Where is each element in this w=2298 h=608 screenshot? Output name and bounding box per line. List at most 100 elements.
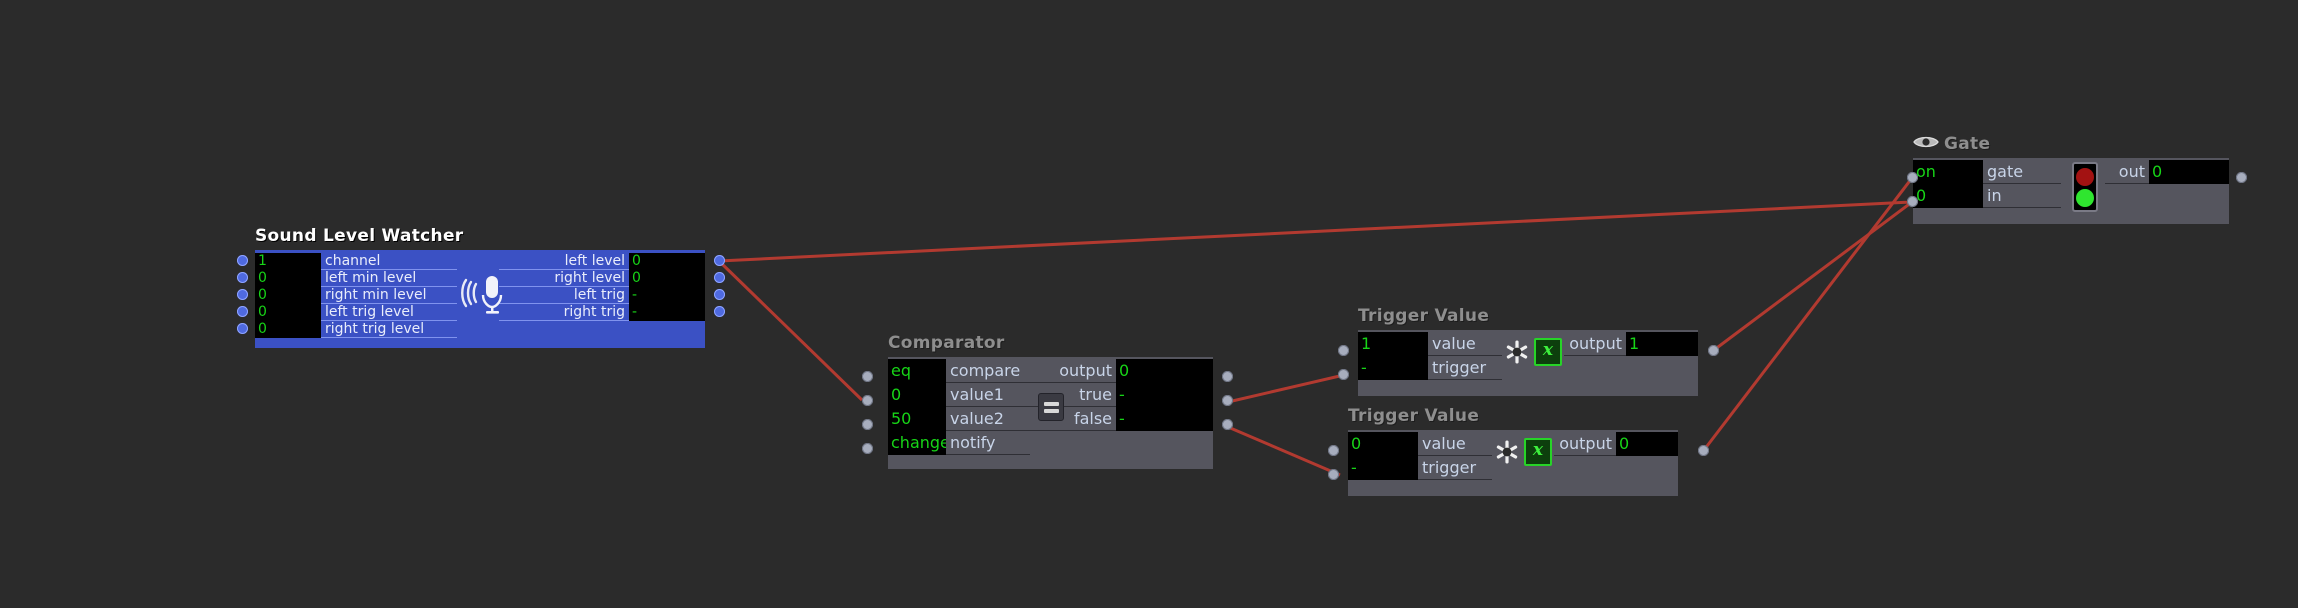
label-left-level: left level xyxy=(499,253,629,270)
socket-in-value2[interactable] xyxy=(862,419,873,430)
field-true[interactable]: - xyxy=(1116,383,1213,407)
node-body-comparator[interactable]: eq compare output 0 0 value1 true - 50 v… xyxy=(888,357,1213,469)
label-left-trig-level: left trig level xyxy=(321,304,457,321)
node-body-sound-level-watcher[interactable]: 1 channel left level 0 0 left min level … xyxy=(255,250,705,348)
node-body-gate[interactable]: on gate out 0 0 in xyxy=(1913,158,2229,224)
socket-out-output[interactable] xyxy=(1698,445,1709,456)
label-value2: value2 xyxy=(946,407,1030,431)
label-gate: gate xyxy=(1983,160,2061,184)
wire-false-to-trigger2 xyxy=(1227,425,1341,477)
socket-in-value[interactable] xyxy=(1338,345,1349,356)
node-body-trigger-value-1[interactable]: x 1 value output 1 - trigger xyxy=(1358,330,1698,396)
field-output[interactable]: 0 xyxy=(1616,432,1678,456)
label-output: output xyxy=(1564,332,1626,356)
x-variable-icon: x xyxy=(1524,438,1552,466)
node-title-comparator: Comparator xyxy=(888,333,1005,353)
field-left-min-level[interactable]: 0 xyxy=(255,270,321,287)
expression-icon: x xyxy=(1504,338,1562,366)
socket-out-output[interactable] xyxy=(1708,345,1719,356)
label-compare: compare xyxy=(946,359,1030,383)
socket-in-trigger[interactable] xyxy=(1328,469,1339,480)
field-trigger[interactable]: - xyxy=(1348,456,1418,480)
socket-in-channel[interactable] xyxy=(237,255,248,266)
node-row: on gate out 0 xyxy=(1913,160,2229,184)
field-value1[interactable]: 0 xyxy=(888,383,946,407)
label-right-trig: right trig xyxy=(499,304,629,321)
eye-icon[interactable] xyxy=(1913,135,1939,153)
field-trigger[interactable]: - xyxy=(1358,356,1428,380)
label-right-level: right level xyxy=(499,270,629,287)
field-false[interactable]: - xyxy=(1116,407,1213,431)
field-gate[interactable]: on xyxy=(1913,160,1983,184)
field-left-trig-level[interactable]: 0 xyxy=(255,304,321,321)
socket-out-true[interactable] xyxy=(1222,395,1233,406)
socket-in-value[interactable] xyxy=(1328,445,1339,456)
node-row: eq compare output 0 xyxy=(888,359,1213,383)
field-notify[interactable]: change xyxy=(888,431,946,455)
socket-in-value1[interactable] xyxy=(862,395,873,406)
socket-out-left-level[interactable] xyxy=(714,255,725,266)
field-left-trig[interactable]: - xyxy=(629,287,705,304)
label-right-trig-level: right trig level xyxy=(321,321,457,338)
label-right-min-level: right min level xyxy=(321,287,457,304)
node-title-text: Gate xyxy=(1944,133,1991,154)
node-row: 0 in xyxy=(1913,184,2229,208)
microphone-icon xyxy=(457,267,505,319)
field-out[interactable]: 0 xyxy=(2149,160,2229,184)
label-in: in xyxy=(1983,184,2061,208)
label-value: value xyxy=(1428,332,1502,356)
label-output: output xyxy=(1554,432,1616,456)
socket-in-gate[interactable] xyxy=(1907,172,1918,183)
field-value[interactable]: 0 xyxy=(1348,432,1418,456)
node-title-trigger-value-1: Trigger Value xyxy=(1358,306,1490,326)
field-output[interactable]: 0 xyxy=(1116,359,1213,383)
node-row: 0 right trig level xyxy=(255,321,705,338)
socket-in-right-trig-level[interactable] xyxy=(237,323,248,334)
label-value1: value1 xyxy=(946,383,1030,407)
field-value[interactable]: 1 xyxy=(1358,332,1428,356)
field-right-level[interactable]: 0 xyxy=(629,270,705,287)
socket-in-left-min-level[interactable] xyxy=(237,272,248,283)
node-title-sound-level-watcher: Sound Level Watcher xyxy=(255,226,464,246)
field-right-min-level[interactable]: 0 xyxy=(255,287,321,304)
field-in[interactable]: 0 xyxy=(1913,184,1983,208)
traffic-green-lamp xyxy=(2076,188,2094,207)
node-body-trigger-value-2[interactable]: x 0 value output 0 - trigger xyxy=(1348,430,1678,496)
label-notify: notify xyxy=(946,431,1030,455)
socket-in-in[interactable] xyxy=(1907,196,1918,207)
traffic-red-lamp xyxy=(2076,167,2094,186)
field-compare[interactable]: eq xyxy=(888,359,946,383)
field-value2[interactable]: 50 xyxy=(888,407,946,431)
field-output[interactable]: 1 xyxy=(1626,332,1698,356)
socket-in-compare[interactable] xyxy=(862,371,873,382)
socket-out-right-level[interactable] xyxy=(714,272,725,283)
node-trigger-value-1[interactable]: Trigger Value x 1 value output 1 - trigg… xyxy=(1358,308,1698,396)
node-graph-canvas[interactable]: Sound Level Watcher 1 channel left level… xyxy=(0,0,2298,608)
node-comparator[interactable]: Comparator eq compare output 0 0 value1 … xyxy=(888,335,1213,469)
sparkle-icon xyxy=(1506,340,1528,364)
label-left-min-level: left min level xyxy=(321,270,457,287)
label-channel: channel xyxy=(321,253,457,270)
socket-in-right-min-level[interactable] xyxy=(237,289,248,300)
wire-leftlevel-to-gatein xyxy=(718,200,1913,263)
x-variable-icon: x xyxy=(1534,338,1562,366)
field-left-level[interactable]: 0 xyxy=(629,253,705,270)
node-trigger-value-2[interactable]: Trigger Value x 0 value output 0 - trigg… xyxy=(1348,408,1678,496)
node-title-trigger-value-2: Trigger Value xyxy=(1348,406,1480,426)
socket-out-false[interactable] xyxy=(1222,419,1233,430)
wire-leftlevel-to-value1 xyxy=(717,259,864,402)
node-gate[interactable]: Gate on gate out 0 0 in xyxy=(1913,135,2229,224)
node-sound-level-watcher[interactable]: Sound Level Watcher 1 channel left level… xyxy=(255,228,705,348)
socket-out-right-trig[interactable] xyxy=(714,306,725,317)
field-right-trig-level[interactable]: 0 xyxy=(255,321,321,338)
socket-out-output[interactable] xyxy=(1222,371,1233,382)
label-trigger: trigger xyxy=(1428,356,1502,380)
socket-in-notify[interactable] xyxy=(862,443,873,454)
wire-true-to-trigger1 xyxy=(1227,373,1345,404)
socket-out-out[interactable] xyxy=(2236,172,2247,183)
socket-in-trigger[interactable] xyxy=(1338,369,1349,380)
socket-out-left-trig[interactable] xyxy=(714,289,725,300)
socket-in-left-trig-level[interactable] xyxy=(237,306,248,317)
field-right-trig[interactable]: - xyxy=(629,304,705,321)
field-channel[interactable]: 1 xyxy=(255,253,321,270)
